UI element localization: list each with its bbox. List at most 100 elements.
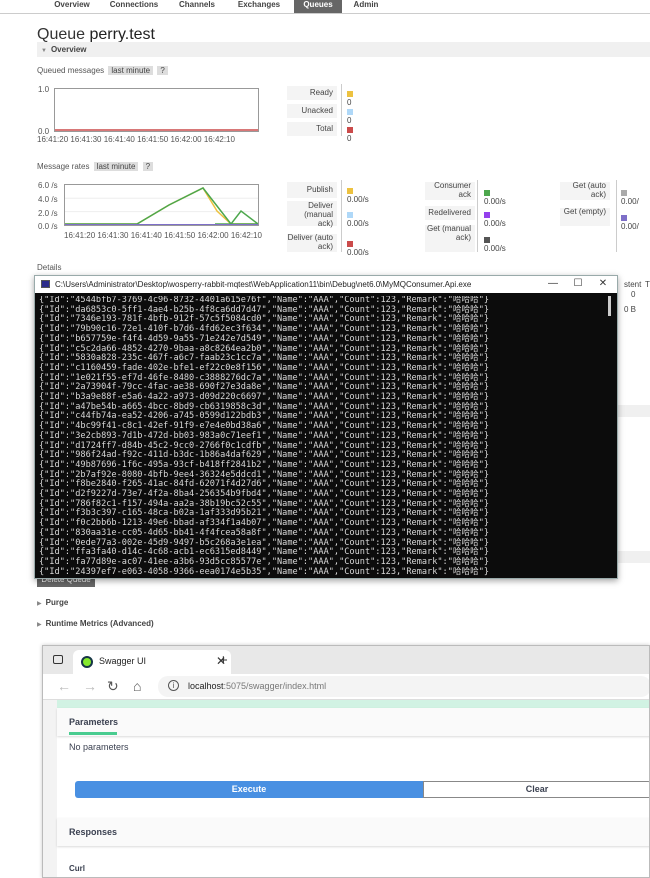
triangle-right-icon: ▶ — [37, 622, 42, 628]
tab-title: Swagger UI — [99, 656, 147, 666]
queue-name: perry.test — [89, 26, 156, 43]
get-manual-swatch — [484, 236, 490, 243]
message-rates-chart — [64, 184, 259, 226]
legend-total-label: Total — [287, 122, 337, 136]
triangle-down-icon: ▼ — [41, 48, 47, 54]
url-field[interactable]: i localhost:5075/swagger/index.html — [158, 676, 649, 697]
message-rates-help[interactable]: ? — [142, 162, 154, 171]
parameters-underline — [69, 732, 117, 735]
purge-section-toggle[interactable]: ▶ Purge — [37, 598, 68, 607]
nav-tab-exchanges[interactable]: Exchanges — [228, 0, 290, 13]
site-info-icon[interactable]: i — [168, 680, 179, 691]
mr-consumer-ack-tail — [215, 209, 259, 225]
get-auto-value: 0.00/ — [621, 197, 639, 206]
qm-y-top: 1.0 — [38, 85, 50, 94]
consumer-ack-value: 0.00/s — [484, 197, 506, 206]
new-tab-icon[interactable]: + — [219, 652, 228, 669]
get-auto-swatch — [621, 189, 627, 196]
deliver-manual-value: 0.00/s — [347, 219, 369, 228]
execute-button[interactable]: Execute — [75, 781, 423, 798]
maximize-button[interactable]: ☐ — [568, 278, 588, 291]
queued-messages-label: Queued messages last minute ? — [37, 66, 168, 75]
legend-deliver-manual-label: Deliver (manual ack) — [287, 201, 337, 227]
legend-redelivered-value: 0.00/s — [484, 210, 506, 228]
legend-ready-label: Ready — [287, 86, 337, 100]
legend-redelivered-label: Redelivered — [425, 206, 475, 220]
queued-messages-plot — [55, 129, 258, 131]
reload-icon[interactable]: ↻ — [107, 678, 119, 695]
legend-ready-value: 0 — [347, 89, 357, 107]
url-host: localhost — [188, 681, 224, 691]
queued-messages-chart — [54, 88, 259, 132]
legend-get-empty-value: 0.00/ — [621, 213, 639, 231]
console-app-icon — [41, 280, 50, 288]
message-rates-range[interactable]: last minute — [93, 162, 139, 171]
legend-deliver-auto-label: Deliver (auto ack) — [287, 233, 337, 252]
console-title: C:\Users\Administrator\Desktop\wosperry-… — [55, 280, 472, 289]
overview-section-toggle[interactable]: ▼ Overview — [37, 42, 650, 57]
console-scrollbar[interactable] — [608, 296, 611, 316]
console-window[interactable]: C:\Users\Administrator\Desktop\wosperry-… — [34, 275, 618, 579]
legend-unacked-value: 0 — [347, 107, 357, 125]
parameters-header: Parameters — [57, 708, 649, 736]
browser-tabstrip: Swagger UI ✕ + — [43, 646, 649, 674]
total-swatch — [347, 126, 353, 133]
legend-deliver-auto-value: 0.00/s — [347, 239, 369, 257]
parameters-heading[interactable]: Parameters — [69, 717, 118, 727]
nav-tab-connections[interactable]: Connections — [102, 0, 166, 13]
home-icon[interactable]: ⌂ — [133, 678, 141, 694]
details-persistent-header: stent — [624, 280, 642, 289]
curl-label: Curl — [69, 864, 85, 873]
message-rates-title: Message rates — [37, 162, 90, 171]
back-icon[interactable]: ← — [57, 678, 71, 694]
runtime-metrics-label: Runtime Metrics (Advanced) — [45, 619, 154, 628]
details-persistent-bytes: 0 B — [624, 305, 637, 314]
legend-consumer-ack-value: 0.00/s — [484, 188, 506, 206]
unacked-value: 0 — [347, 116, 352, 125]
console-output: {"Id":"4544bfb7-3769-4c96-8732-4401a615e… — [39, 296, 605, 576]
ready-swatch — [347, 90, 353, 97]
mr-x-ticks: 16:41:20 16:41:30 16:41:40 16:41:50 16:4… — [64, 231, 262, 240]
get-empty-swatch — [621, 214, 627, 221]
legend-total-value: 0 — [347, 125, 357, 143]
tab-swagger-ui[interactable]: Swagger UI ✕ — [73, 650, 231, 674]
publish-swatch — [347, 187, 353, 194]
console-titlebar[interactable]: C:\Users\Administrator\Desktop\wosperry-… — [35, 276, 617, 293]
details-extra-t: T — [645, 280, 650, 289]
queued-messages-range[interactable]: last minute — [108, 66, 154, 75]
nav-tab-channels[interactable]: Channels — [170, 0, 224, 13]
deliver-manual-swatch — [347, 211, 353, 218]
responses-heading: Responses — [69, 827, 118, 837]
mr-publish-line — [65, 187, 258, 225]
details-persistent-count: 0 — [631, 290, 636, 299]
url-path: :5075/swagger/index.html — [223, 681, 327, 691]
close-button[interactable]: ✕ — [593, 278, 613, 291]
queued-messages-help[interactable]: ? — [157, 66, 168, 75]
forward-icon[interactable]: → — [83, 678, 97, 694]
nav-tab-queues[interactable]: Queues — [294, 0, 342, 13]
details-label: Details — [37, 263, 62, 272]
swagger-favicon-icon — [81, 656, 93, 668]
nav-tab-overview[interactable]: Overview — [47, 0, 97, 13]
triangle-right-icon: ▶ — [37, 601, 42, 607]
ready-value: 0 — [347, 98, 352, 107]
no-parameters-text: No parameters — [69, 742, 129, 752]
legend-get-manual-label: Get (manual ack) — [425, 224, 475, 252]
legend-deliver-manual-value: 0.00/s — [347, 210, 369, 228]
legend-unacked-label: Unacked — [287, 104, 337, 118]
deliver-auto-swatch — [347, 240, 353, 247]
tab-actions-icon[interactable] — [53, 655, 63, 664]
legend-get-auto-label: Get (auto ack) — [560, 181, 610, 200]
nav-tab-admin[interactable]: Admin — [346, 0, 386, 13]
legend-get-auto-value: 0.00/ — [621, 188, 639, 206]
minimize-button[interactable]: — — [543, 278, 563, 291]
url-text: localhost:5075/swagger/index.html — [188, 681, 326, 691]
qm-x-ticks: 16:41:20 16:41:30 16:41:40 16:41:50 16:4… — [37, 135, 235, 144]
runtime-metrics-toggle[interactable]: ▶ Runtime Metrics (Advanced) — [37, 619, 154, 628]
clear-button[interactable]: Clear — [423, 781, 649, 798]
get-manual-value: 0.00/s — [484, 244, 506, 253]
swagger-operation-panel: Parameters No parameters Execute Clear R… — [57, 700, 649, 877]
legend-get-manual-value: 0.00/s — [484, 235, 506, 253]
top-nav: Overview Connections Channels Exchanges … — [0, 0, 650, 14]
legend-consumer-ack-label: Consumer ack — [425, 181, 475, 200]
